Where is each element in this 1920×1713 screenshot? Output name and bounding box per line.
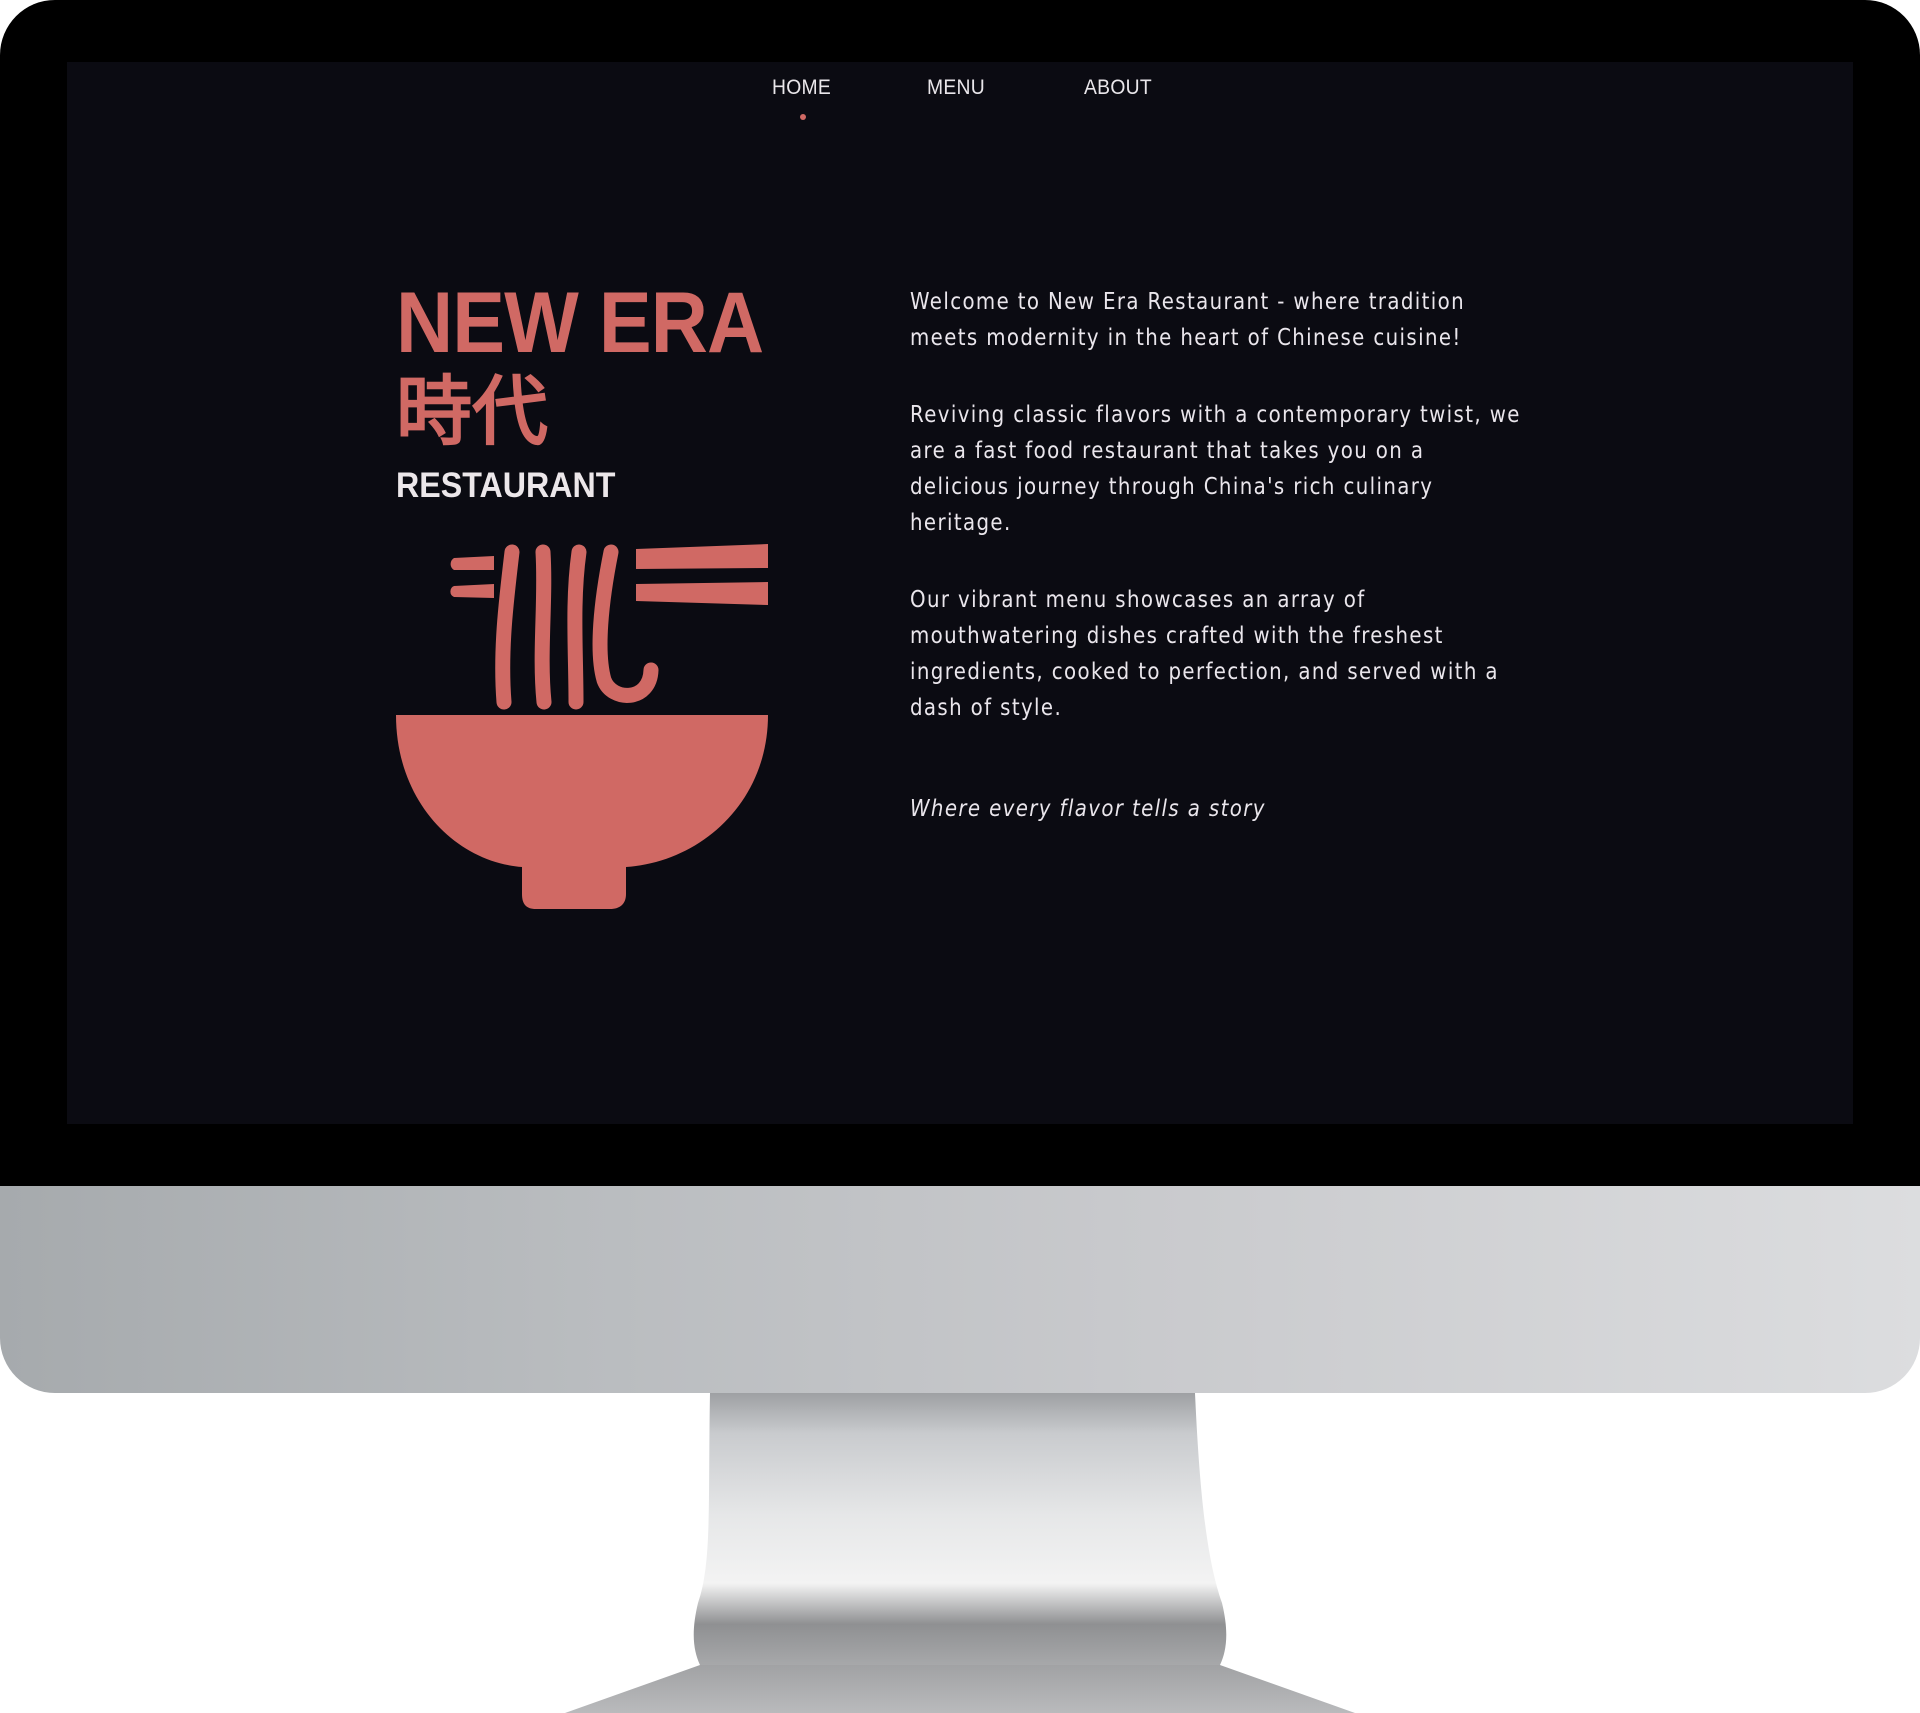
monitor-stand — [565, 1393, 1355, 1713]
active-nav-indicator — [800, 114, 806, 120]
brand-title: NEW ERA — [396, 275, 764, 371]
brand-title-cjk: 時代 — [396, 367, 548, 456]
brand-block: NEW ERA 時代 RESTAURANT — [396, 275, 776, 505]
nav-home-link[interactable]: HOME — [772, 76, 831, 100]
brand-subtitle: RESTAURANT — [396, 466, 616, 505]
nav-about-link[interactable]: ABOUT — [1084, 76, 1152, 100]
intro-paragraph-1: Welcome to New Era Restaurant - where tr… — [910, 289, 1466, 351]
website-screen: HOME MENU ABOUT NEW ERA 時代 RESTAURANT We… — [67, 62, 1853, 1124]
noodle-bowl-with-chopsticks-icon — [396, 544, 768, 909]
intro-copy: Welcome to New Era Restaurant - where tr… — [910, 284, 1550, 767]
monitor-frame: HOME MENU ABOUT NEW ERA 時代 RESTAURANT We… — [0, 0, 1920, 1713]
nav-menu-link[interactable]: MENU — [927, 76, 985, 100]
tagline: Where every flavor tells a story — [910, 796, 1266, 822]
intro-paragraph-2: Reviving classic flavors with a contempo… — [910, 402, 1521, 536]
intro-paragraph-3: Our vibrant menu showcases an array of m… — [910, 587, 1499, 721]
top-navigation: HOME MENU ABOUT — [67, 76, 1853, 136]
monitor-chin — [0, 1186, 1920, 1393]
